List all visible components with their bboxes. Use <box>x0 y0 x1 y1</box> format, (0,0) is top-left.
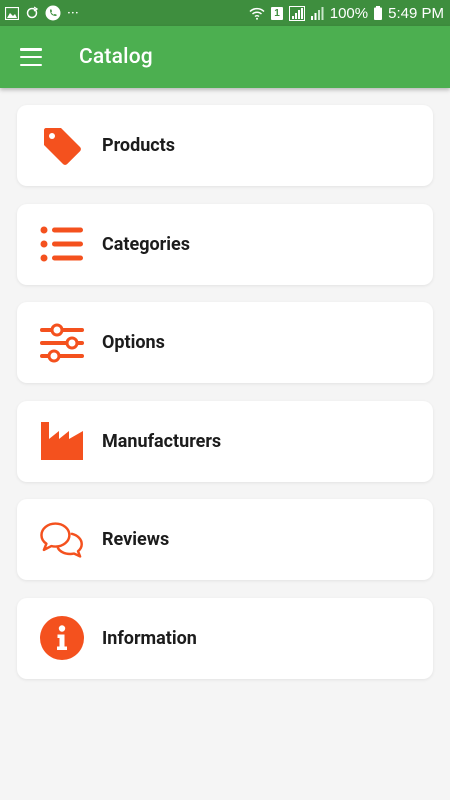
catalog-item-label: Reviews <box>102 529 170 550</box>
catalog-item-reviews[interactable]: Reviews <box>17 499 433 580</box>
catalog-item-label: Options <box>102 332 165 353</box>
list-icon <box>39 221 85 267</box>
app-bar: Catalog <box>0 26 450 88</box>
sliders-icon <box>39 320 85 366</box>
signal-strength-secondary-icon <box>310 6 324 20</box>
status-bar-right: 1 100% 5:49 PM <box>249 5 444 22</box>
catalog-item-label: Products <box>102 135 176 156</box>
wifi-icon <box>249 7 265 20</box>
status-bar-left: ··· <box>5 4 79 22</box>
catalog-menu-list: Products Categories Options Manufacturer… <box>0 88 450 679</box>
factory-icon <box>39 418 85 464</box>
hamburger-menu-icon[interactable] <box>20 48 42 66</box>
battery-percentage: 100% <box>329 4 369 22</box>
catalog-item-options[interactable]: Options <box>17 302 433 383</box>
clock: 5:49 PM <box>388 4 444 22</box>
catalog-item-label: Information <box>102 627 197 649</box>
sim-badge: 1 <box>271 6 283 20</box>
catalog-item-label: Categories <box>102 233 190 255</box>
image-notification-icon <box>5 6 19 20</box>
catalog-item-manufacturers[interactable]: Manufacturers <box>17 400 433 482</box>
sync-notification-icon <box>26 6 39 19</box>
more-notifications-indicator: ··· <box>67 4 79 22</box>
signal-strength-icon <box>288 5 305 21</box>
catalog-item-information[interactable]: Information <box>17 597 433 679</box>
catalog-item-label: Manufacturers <box>102 430 222 452</box>
catalog-item-products[interactable]: Products <box>17 105 433 186</box>
chat-bubbles-icon <box>39 517 85 563</box>
status-bar: ··· 1 100% 5:49 PM <box>0 0 450 26</box>
battery-icon <box>374 6 383 20</box>
catalog-item-categories[interactable]: Categories <box>17 203 433 285</box>
info-icon <box>39 615 85 661</box>
page-title: Catalog <box>79 45 153 69</box>
tag-icon <box>39 123 85 169</box>
phone-notification-icon <box>45 5 61 21</box>
